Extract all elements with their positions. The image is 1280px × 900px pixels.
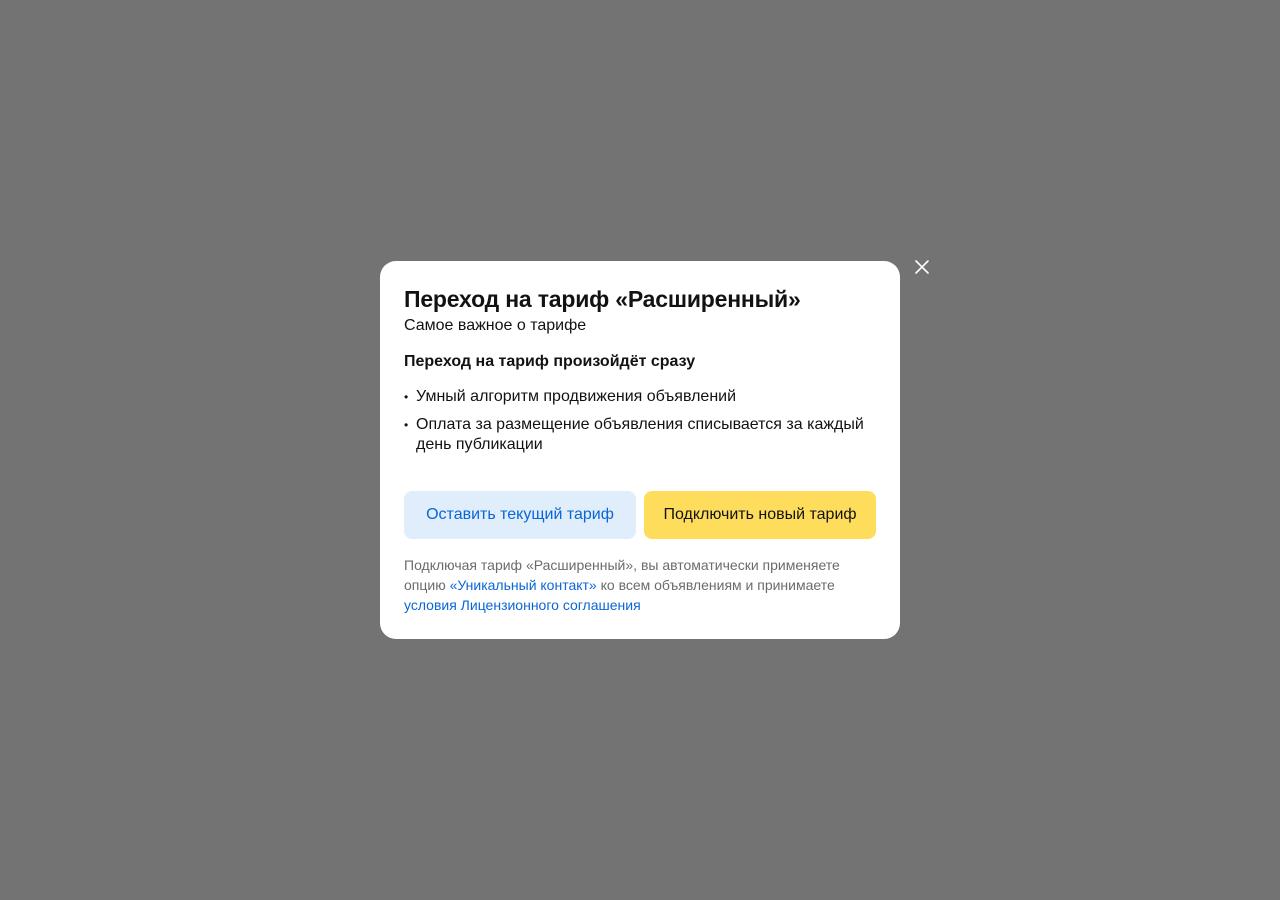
connect-new-tariff-button[interactable]: Подключить новый тариф: [644, 491, 876, 539]
license-agreement-link[interactable]: условия Лицензионного соглашения: [404, 597, 641, 613]
modal-title: Переход на тариф «Расширенный»: [404, 286, 801, 312]
modal-heading: Переход на тариф произойдёт сразу: [404, 353, 696, 370]
button-group: Оставить текущий тариф Подключить новый …: [404, 491, 876, 539]
keep-current-tariff-button[interactable]: Оставить текущий тариф: [404, 491, 636, 539]
features-list: Умный алгоритм продвижения объявлений Оп…: [404, 387, 876, 455]
list-item: Умный алгоритм продвижения объявлений: [404, 387, 876, 407]
footer-text: ко всем объявлениям и принимаете: [596, 577, 835, 593]
footer-note: Подключая тариф «Расширенный», вы автома…: [404, 555, 876, 615]
modal-subtitle: Самое важное о тарифе: [404, 317, 587, 334]
tariff-change-modal: Переход на тариф «Расширенный» Самое важ…: [380, 261, 900, 639]
unique-contact-link[interactable]: «Уникальный контакт»: [450, 577, 597, 593]
close-icon: [915, 260, 929, 274]
close-button[interactable]: [912, 257, 932, 277]
list-item: Оплата за размещение объявления списывае…: [404, 415, 876, 455]
